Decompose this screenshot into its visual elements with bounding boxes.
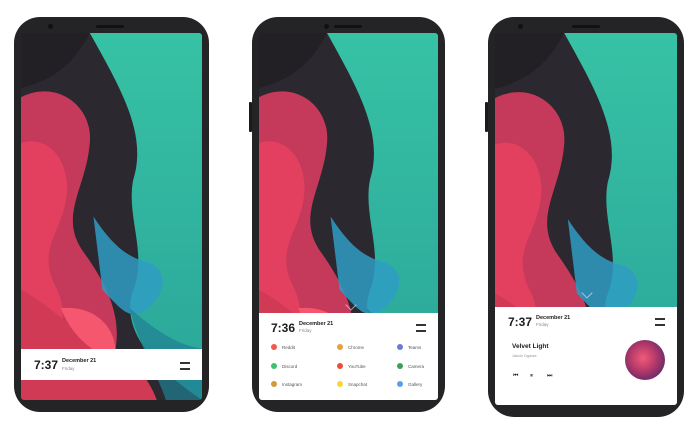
clock-day: Friday [536,322,549,327]
app-reddit[interactable]: Reddit [271,344,295,350]
next-icon[interactable]: ⏭ [547,373,552,379]
phone-lockscreen: 7:37 December 21 Friday [14,17,209,412]
front-camera [324,24,329,29]
app-drawer: 7:36 December 21 Friday Reddit Chrome Te… [259,313,438,400]
wallpaper [21,33,202,400]
volume-key [485,102,488,132]
front-camera [518,24,523,29]
app-label: Gallery [408,381,423,387]
clock-time: 7:37 [508,315,533,329]
song-title: Velvet Light [512,343,549,350]
song-artist: Jakob Ogawa [512,353,537,358]
app-label: Snapchat [348,381,368,387]
earpiece-speaker [334,25,362,28]
gallery-icon [397,381,403,387]
screen: 7:37 December 21 Friday [21,33,202,400]
screen: 7:37 December 21 Friday Velvet Light Jak… [495,33,677,405]
teams-icon [397,344,403,350]
music-widget: 7:37 December 21 Friday Velvet Light Jak… [495,307,677,405]
clock-date: December 21 [536,315,571,321]
app-label: Camera [408,363,425,369]
chrome-icon [337,344,343,350]
front-camera [48,24,53,29]
app-label: Teams [408,344,422,350]
app-gallery[interactable]: Gallery [397,381,422,387]
menu-icon[interactable] [180,362,190,370]
youtube-icon [337,363,343,369]
app-youtube[interactable]: YouTube [337,363,366,369]
clock-date: December 21 [299,321,334,327]
pause-icon[interactable]: ⏸ [530,373,533,379]
clock-day: Friday [62,366,75,371]
lockscreen-widget: 7:37 December 21 Friday [21,349,202,380]
app-label: Instagram [282,381,303,387]
instagram-icon [271,381,277,387]
volume-key [249,102,252,132]
discord-icon [271,363,277,369]
reddit-icon [271,344,277,350]
snapchat-icon [337,381,343,387]
phone-apps: 7:36 December 21 Friday Reddit Chrome Te… [249,17,445,412]
clock-day: Friday [299,328,312,333]
earpiece-speaker [96,25,124,28]
app-discord[interactable]: Discord [271,363,297,369]
app-chrome[interactable]: Chrome [337,344,364,350]
menu-icon[interactable] [416,324,426,332]
app-label: Discord [282,363,298,369]
phone-music: 7:37 December 21 Friday Velvet Light Jak… [485,17,684,417]
menu-icon[interactable] [655,318,665,326]
app-snapchat[interactable]: Snapchat [337,381,367,387]
camera-icon [397,363,403,369]
app-label: Chrome [348,344,365,350]
earpiece-speaker [572,25,600,28]
app-camera[interactable]: Camera [397,363,424,369]
clock-time: 7:37 [34,358,59,372]
previous-icon[interactable]: ⏮ [513,373,518,379]
album-art[interactable] [625,340,665,380]
app-instagram[interactable]: Instagram [271,381,302,387]
app-teams[interactable]: Teams [397,344,421,350]
clock-date: December 21 [62,358,97,364]
app-label: YouTube [348,363,366,369]
screen: 7:36 December 21 Friday Reddit Chrome Te… [259,33,438,400]
app-label: Reddit [282,344,296,350]
clock-time: 7:36 [271,321,296,335]
